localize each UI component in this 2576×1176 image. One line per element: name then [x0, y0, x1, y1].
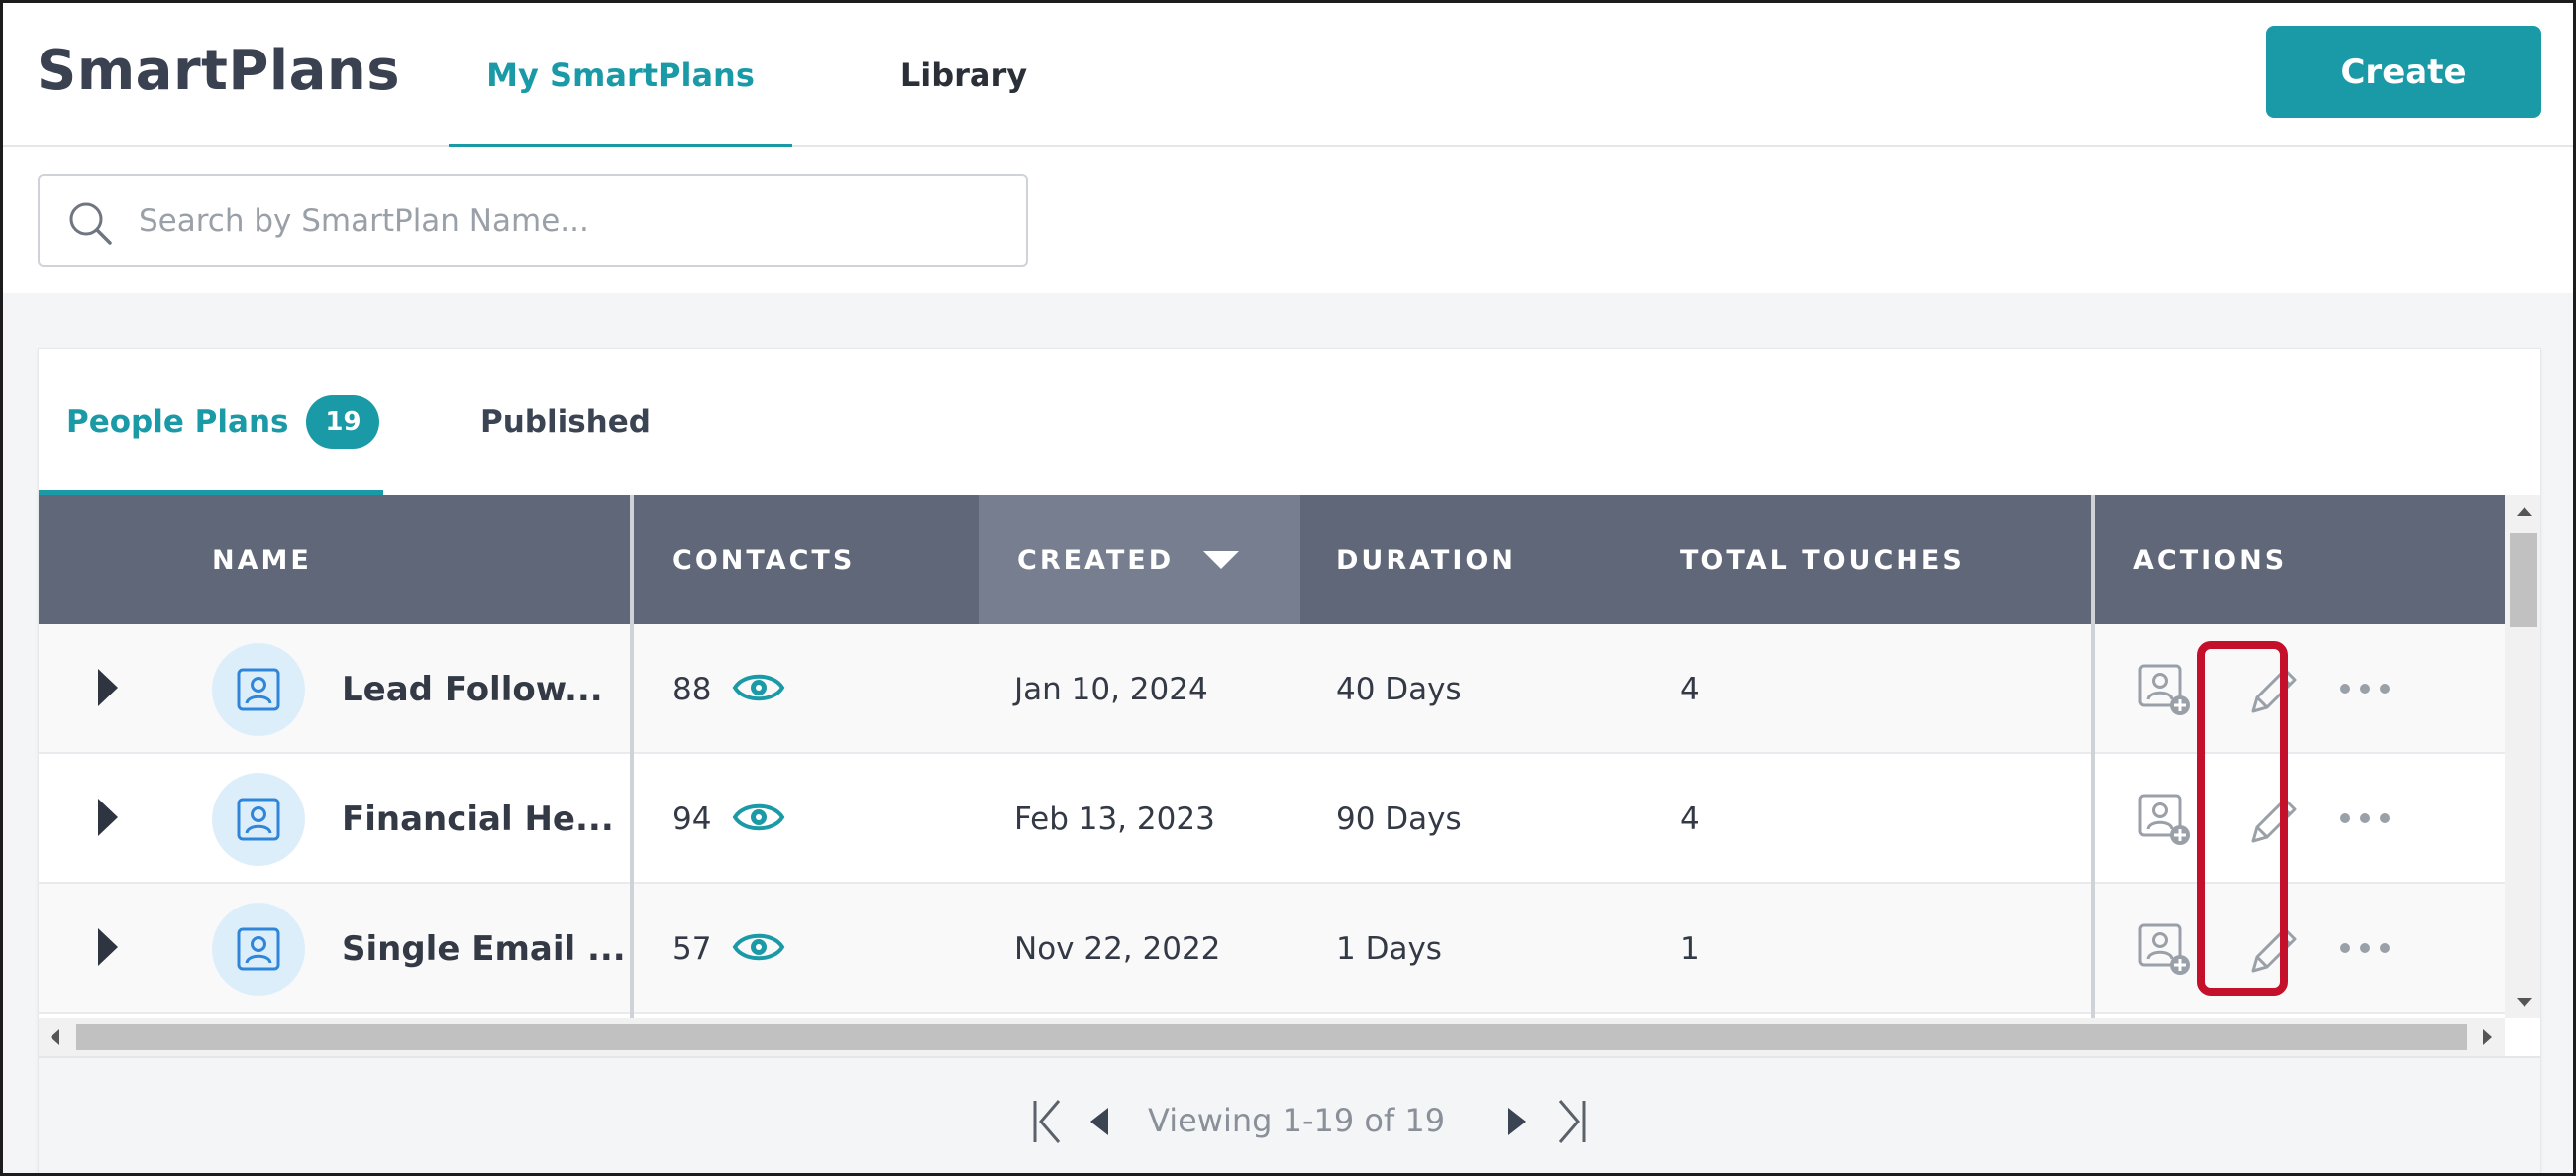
tab-my-smartplans-label: My SmartPlans [486, 55, 755, 94]
plans-card: People Plans 19 Published NAME CONTACTS … [38, 348, 2541, 1173]
contact-card-icon [237, 798, 280, 841]
people-plans-count-badge: 19 [306, 395, 380, 449]
column-header-created-label: CREATED [1017, 544, 1175, 576]
scroll-left-arrow-icon[interactable] [51, 1029, 59, 1045]
search-area [3, 147, 2573, 293]
search-icon [69, 202, 112, 245]
avatar [212, 903, 305, 996]
tab-library-label: Library [899, 55, 1028, 94]
avatar [212, 643, 305, 736]
vertical-scroll-thumb[interactable] [2510, 533, 2537, 627]
add-contact-icon[interactable] [2136, 792, 2192, 847]
first-page-icon[interactable] [1031, 1098, 1065, 1145]
expand-row-icon[interactable] [98, 799, 118, 836]
created-date: Feb 13, 2023 [1014, 801, 1215, 837]
more-options-icon[interactable] [2338, 811, 2392, 825]
column-header-created[interactable]: CREATED [979, 495, 1300, 624]
next-page-icon[interactable] [1504, 1098, 1530, 1145]
scroll-down-arrow-icon[interactable] [2517, 998, 2532, 1007]
edit-pencil-icon[interactable] [2245, 792, 2303, 849]
table-row[interactable]: Single Email ... 57 Nov 22, 2022 1 Days … [39, 884, 2505, 1014]
expand-row-icon[interactable] [98, 928, 118, 966]
column-divider [630, 495, 634, 1018]
eye-icon[interactable] [732, 927, 785, 967]
contacts-count: 88 [672, 671, 712, 707]
expand-row-icon[interactable] [98, 669, 118, 706]
vertical-scrollbar[interactable] [2505, 495, 2540, 1018]
contact-card-icon [237, 927, 280, 971]
plan-name-link[interactable]: Lead Follow... [342, 624, 603, 754]
column-header-total-touches[interactable]: TOTAL TOUCHES [1680, 495, 2076, 624]
search-box[interactable] [38, 174, 1028, 267]
created-date: Nov 22, 2022 [1014, 930, 1221, 967]
tab-library[interactable]: Library [855, 3, 1073, 147]
sub-tabs: People Plans 19 Published [39, 349, 2540, 495]
sort-descending-icon [1203, 551, 1240, 569]
table-header: NAME CONTACTS CREATED DURATION TOTAL TOU… [39, 495, 2505, 624]
duration-value: 90 Days [1336, 801, 1462, 837]
tab-published-label: Published [480, 404, 651, 440]
table-row[interactable]: Lead Follow... 88 Jan 10, 2024 40 Days 4 [39, 624, 2505, 754]
tab-my-smartplans[interactable]: My SmartPlans [449, 3, 792, 149]
column-divider [2091, 495, 2095, 1018]
eye-icon[interactable] [732, 668, 785, 707]
avatar [212, 773, 305, 866]
scroll-right-arrow-icon[interactable] [2483, 1029, 2492, 1045]
app-title: SmartPlans [37, 39, 401, 103]
search-input[interactable] [139, 186, 1010, 256]
tab-people-plans-label: People Plans [66, 404, 289, 440]
more-options-icon[interactable] [2338, 941, 2392, 955]
contact-card-icon [237, 668, 280, 711]
contacts-count: 94 [672, 801, 712, 837]
top-header: SmartPlans My SmartPlans Library Create [3, 3, 2573, 149]
plans-table: NAME CONTACTS CREATED DURATION TOTAL TOU… [39, 495, 2505, 1018]
column-header-actions: ACTIONS [2133, 544, 2288, 576]
duration-value: 1 Days [1336, 930, 1442, 967]
touches-value: 1 [1680, 930, 1700, 967]
touches-value: 4 [1680, 801, 1700, 837]
add-contact-icon[interactable] [2136, 921, 2192, 977]
more-options-icon[interactable] [2338, 682, 2392, 695]
horizontal-scrollbar[interactable] [39, 1018, 2505, 1056]
app-window: SmartPlans My SmartPlans Library Create … [0, 0, 2576, 1176]
pagination: Viewing 1-19 of 19 [39, 1056, 2540, 1173]
plan-name-link[interactable]: Financial He... [342, 754, 614, 884]
horizontal-scroll-thumb[interactable] [76, 1024, 2467, 1050]
duration-value: 40 Days [1336, 671, 1462, 707]
touches-value: 4 [1680, 671, 1700, 707]
column-header-duration[interactable]: DURATION [1336, 495, 1663, 624]
scroll-up-arrow-icon[interactable] [2517, 507, 2532, 516]
edit-pencil-icon[interactable] [2245, 662, 2303, 719]
plan-name-link[interactable]: Single Email ... [342, 884, 626, 1014]
tab-people-plans[interactable]: People Plans 19 [39, 349, 383, 495]
create-button[interactable]: Create [2266, 26, 2541, 118]
previous-page-icon[interactable] [1086, 1098, 1112, 1145]
eye-icon[interactable] [732, 798, 785, 837]
column-header-contacts[interactable]: CONTACTS [672, 495, 1014, 624]
column-header-name[interactable]: NAME [212, 495, 628, 624]
tab-published[interactable]: Published [480, 349, 678, 495]
created-date: Jan 10, 2024 [1014, 671, 1208, 707]
pagination-status: Viewing 1-19 of 19 [1148, 1101, 1446, 1139]
table-row[interactable]: Financial He... 94 Feb 13, 2023 90 Days … [39, 754, 2505, 884]
add-contact-icon[interactable] [2136, 662, 2192, 717]
last-page-icon[interactable] [1554, 1098, 1588, 1145]
edit-pencil-icon[interactable] [2245, 921, 2303, 979]
contacts-count: 57 [672, 930, 712, 967]
